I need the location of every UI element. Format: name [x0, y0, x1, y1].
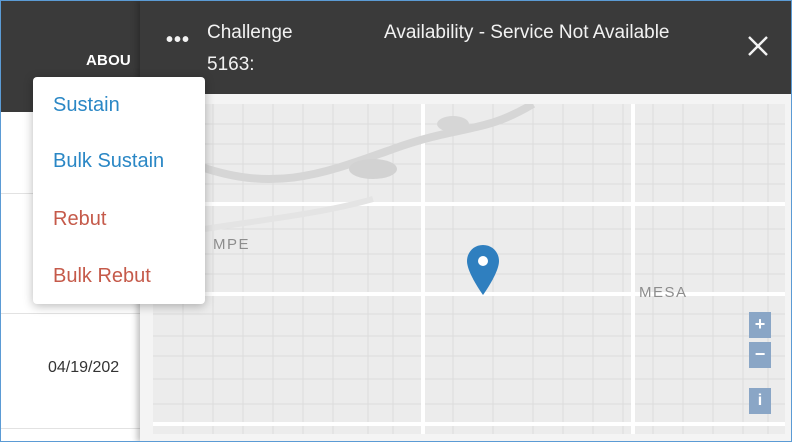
challenge-title: Challenge 5163: [207, 22, 293, 75]
row-divider [0, 428, 140, 429]
map-view[interactable]: MPE MESA + − i [153, 104, 785, 434]
row-date: 04/19/202 [48, 359, 120, 376]
map-label-mesa: MESA [639, 284, 688, 301]
zoom-in-button[interactable]: + [749, 312, 771, 338]
menu-item-sustain[interactable]: Sustain [53, 94, 120, 117]
map-info-button[interactable]: i [749, 388, 771, 414]
menu-item-rebut[interactable]: Rebut [53, 208, 106, 231]
map-label-tempe: MPE [213, 236, 251, 253]
menu-item-bulk-sustain[interactable]: Bulk Sustain [53, 150, 164, 173]
challenge-type: Availability - Service Not Available [384, 22, 670, 43]
close-icon [748, 36, 768, 56]
map-pin-icon[interactable] [466, 243, 500, 297]
row-divider [0, 313, 140, 314]
menu-item-bulk-rebut[interactable]: Bulk Rebut [53, 265, 151, 288]
challenge-actions-menu: Sustain Bulk Sustain Rebut Bulk Rebut [33, 77, 205, 304]
zoom-out-button[interactable]: − [749, 342, 771, 368]
column-header-about[interactable]: ABOU [86, 52, 131, 69]
close-button[interactable] [745, 33, 771, 59]
challenge-modal: ••• Challenge 5163: Availability - Servi… [140, 0, 792, 442]
more-options-button[interactable]: ••• [166, 30, 190, 50]
modal-header: ••• Challenge 5163: Availability - Servi… [140, 0, 792, 94]
